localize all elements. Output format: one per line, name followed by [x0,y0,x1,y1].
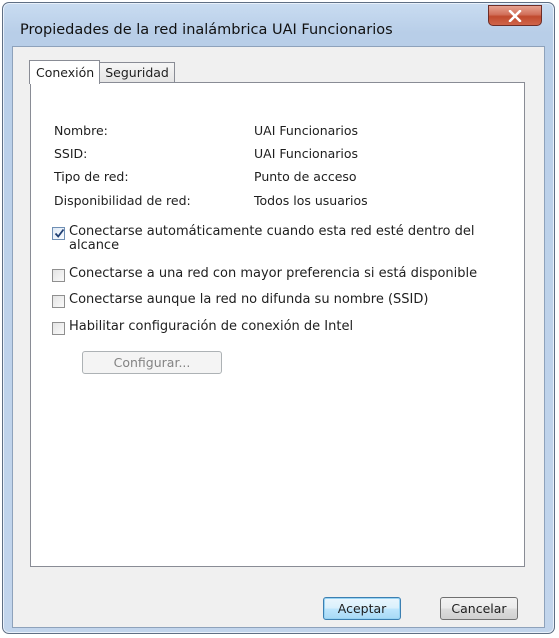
info-value: Punto de acceso [254,169,357,184]
info-label: Disponibilidad de red: [54,193,191,208]
checkbox-connect-automatically[interactable] [52,227,65,240]
cancel-button[interactable]: Cancelar [440,597,518,620]
info-value: UAI Funcionarios [254,123,359,138]
title-bar[interactable]: Propiedades de la red inalámbrica UAI Fu… [3,3,554,45]
info-label: Tipo de red: [54,169,129,184]
info-label: Nombre: [54,123,108,138]
option-connect-preferred[interactable]: Conectarse a una red con mayor preferenc… [52,267,509,282]
tab-seguridad[interactable]: Seguridad [99,62,175,83]
checkmark-icon [54,228,65,238]
option-label: Habilitar configuración de conexión de I… [69,319,354,334]
ok-button[interactable]: Aceptar [323,597,401,620]
configure-button[interactable]: Configurar... [82,351,222,374]
close-button[interactable] [488,5,542,26]
checkbox-intel-connection[interactable] [52,322,65,335]
tab-strip: Conexión Seguridad [29,59,175,84]
window-title: Propiedades de la red inalámbrica UAI Fu… [20,22,393,38]
checkbox-connect-preferred[interactable] [52,269,65,282]
option-label: Conectarse aunque la red no difunda su n… [69,292,429,307]
option-intel-connection[interactable]: Habilitar configuración de conexión de I… [52,320,509,335]
close-icon [508,9,522,22]
info-value: Todos los usuarios [254,193,368,208]
checkbox-connect-hidden-ssid[interactable] [52,295,65,308]
dialog-window: Propiedades de la red inalámbrica UAI Fu… [2,2,555,634]
option-label: Conectarse automáticamente cuando esta r… [69,224,475,253]
info-label: SSID: [54,146,88,161]
tab-panel-conexion: Nombre: UAI Funcionarios SSID: UAI Funci… [30,82,525,567]
tab-conexion[interactable]: Conexión [29,60,101,84]
option-connect-automatically[interactable]: Conectarse automáticamente cuando esta r… [52,225,509,253]
dialog-client-area: Conexión Seguridad Nombre: UAI Funcionar… [12,46,545,628]
option-label: Conectarse a una red con mayor preferenc… [69,266,478,281]
option-connect-hidden-ssid[interactable]: Conectarse aunque la red no difunda su n… [52,293,509,308]
info-value: UAI Funcionarios [254,146,359,161]
